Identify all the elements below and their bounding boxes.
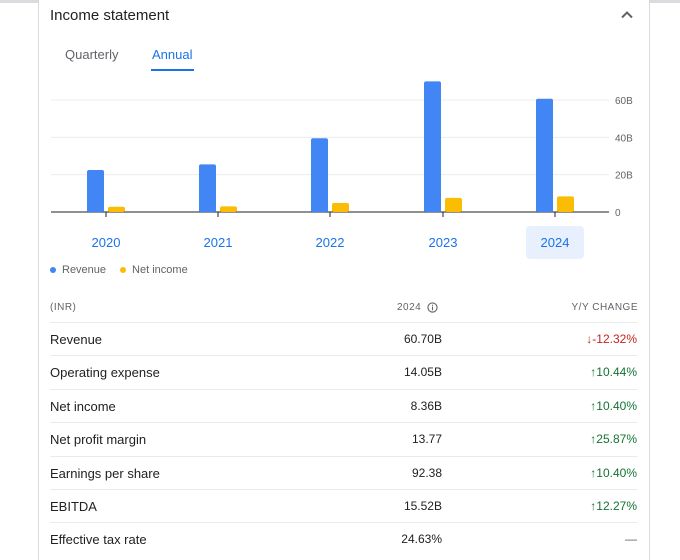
legend-net-income-label: Net income [132,264,188,276]
row-change: ↑10.40% [590,399,637,413]
x-tick-label[interactable]: 2021 [204,235,233,250]
row-label: Operating expense [50,365,160,381]
revenue-bar[interactable] [87,170,104,212]
row-label: Earnings per share [50,465,160,481]
row-change-value: 10.40% [596,398,637,413]
row-value: 15.52B [403,499,442,513]
net-income-bar[interactable] [220,206,237,212]
row-value: 60.70B [403,332,442,346]
table-header-year: 2024 [397,302,438,313]
table-row: Operating expense 14.05B ↑10.44% [50,355,637,389]
y-tick-label: 0 [615,208,621,219]
x-tick-label[interactable]: 2022 [316,235,345,250]
table-header-change: Y/Y CHANGE [571,302,638,313]
revenue-bar[interactable] [311,138,328,212]
row-label: Net income [50,398,116,414]
row-change-value: 12.27% [596,499,637,513]
chart-legend: Revenue Net income [50,264,202,276]
row-value: 13.77 [411,432,442,447]
x-tick-label[interactable]: 2024 [541,235,570,250]
legend-revenue: Revenue [50,264,106,276]
row-label: Revenue [50,332,103,347]
table-row: Earnings per share 92.38 ↑10.40% [50,455,637,490]
row-value: 24.63% [401,532,442,547]
row-change: — [625,532,637,546]
income-chart: 0 20B 40B 60B 2020 2021 2022 2023 2024 [51,81,633,259]
x-tick-label[interactable]: 2020 [92,235,121,250]
row-change-value: 10.44% [596,365,637,380]
legend-revenue-label: Revenue [62,264,107,276]
revenue-bar[interactable] [424,81,441,212]
row-value: 8.36B [410,398,442,413]
legend-net-income-swatch [120,267,127,273]
table-header-unit: (INR) [50,302,77,313]
row-label: Net profit margin [50,432,147,448]
income-statement-card: Income statement Quarterly Annual 0 20B 40… [38,0,650,560]
row-change: ↑25.87% [590,432,637,446]
net-income-bar[interactable] [108,206,125,212]
table-row: Revenue 60.70B ↓-12.32% [50,322,637,356]
row-change-value: -12.32% [592,332,637,346]
row-label: EBITDA [50,499,97,514]
net-income-bar[interactable] [332,203,349,212]
y-tick-label: 20B [615,171,633,182]
table-row: EBITDA 15.52B ↑12.27% [50,489,637,523]
row-change-value: 10.40% [596,465,637,480]
row-value: 14.05B [403,365,442,380]
net-income-bar[interactable] [445,197,462,212]
table-header-year-label: 2024 [397,302,422,313]
net-income-bar[interactable] [557,196,574,212]
row-change-value: — [625,532,637,547]
legend-net-income: Net income [120,264,188,276]
row-change: ↑10.40% [590,466,637,480]
info-icon[interactable] [427,302,438,313]
row-change: ↑10.44% [590,365,637,379]
table-row: Net income 8.36B ↑10.40% [50,388,637,423]
row-value: 92.38 [411,465,442,480]
y-tick-label: 60B [615,96,633,107]
row-change: ↑12.27% [590,499,637,513]
row-label: Effective tax rate [50,532,147,548]
legend-revenue-swatch [50,267,56,273]
revenue-bar[interactable] [536,98,553,212]
y-tick-label: 40B [615,133,633,144]
table-row: Net profit margin 13.77 ↑25.87% [50,422,637,456]
row-change-value: 25.87% [596,432,637,447]
table-row: Effective tax rate 24.63% — [50,522,637,556]
row-change: ↓-12.32% [586,332,637,346]
x-tick-label[interactable]: 2023 [429,235,458,250]
revenue-bar[interactable] [199,164,216,212]
